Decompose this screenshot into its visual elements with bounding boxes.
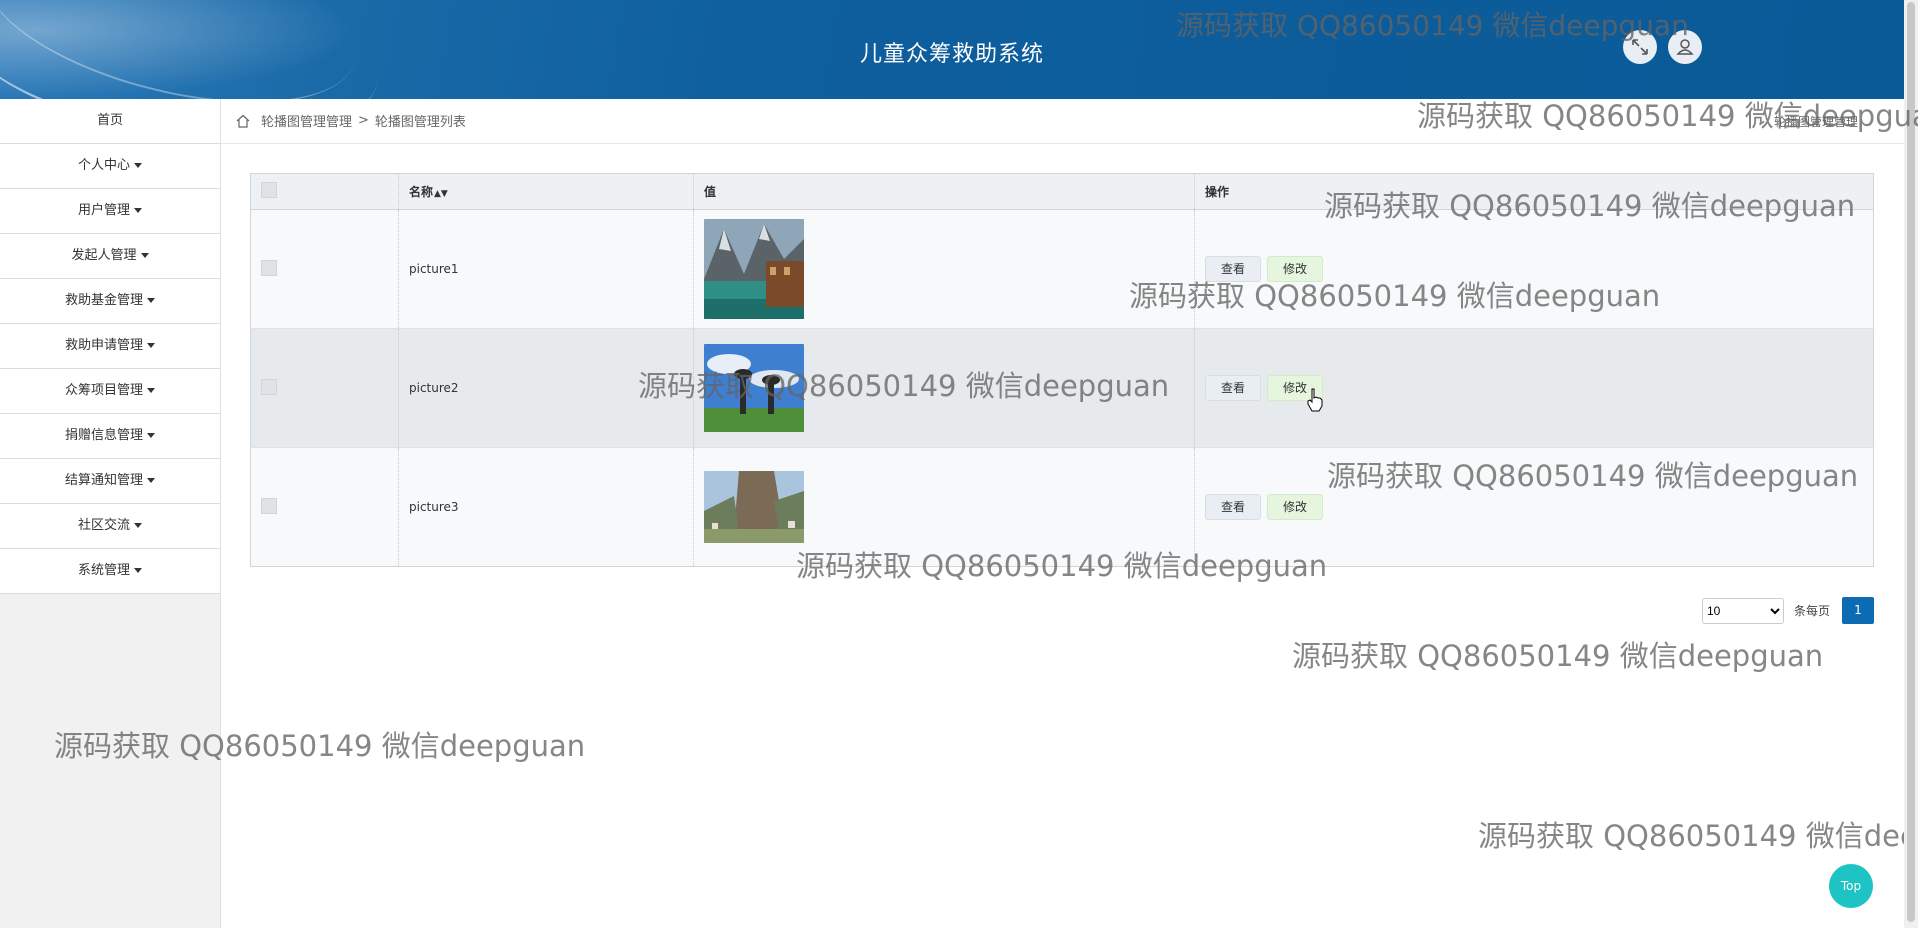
caret-down-icon [134, 208, 142, 213]
sidebar-item-applications[interactable]: 救助申请管理 [0, 324, 220, 369]
caret-down-icon [147, 388, 155, 393]
table-row: picture1 查看 修改 [250, 209, 1874, 329]
table-row: picture2 查看 修改 [250, 328, 1874, 448]
column-value-label: 值 [704, 185, 717, 199]
row-checkbox[interactable] [261, 259, 277, 276]
view-button[interactable]: 查看 [1205, 256, 1262, 282]
column-header-actions: 操作 [1194, 173, 1874, 210]
home-icon [236, 114, 250, 128]
sidebar-item-funds[interactable]: 救助基金管理 [0, 279, 220, 324]
caret-down-icon [134, 523, 142, 528]
caret-down-icon [147, 433, 155, 438]
sidebar-item-label: 救助申请管理 [64, 338, 143, 353]
table-row: picture3 查看 修改 [250, 447, 1874, 567]
vertical-scrollbar[interactable] [1904, 0, 1918, 928]
row-actions-cell: 查看 修改 [1194, 447, 1874, 567]
sidebar-item-label: 个人中心 [77, 158, 130, 173]
row-checkbox-cell [250, 209, 399, 329]
select-all-cell [250, 173, 399, 210]
row-checkbox-cell [250, 447, 399, 567]
row-actions-cell: 查看 修改 [1194, 209, 1874, 329]
sidebar-item-system[interactable]: 系统管理 [0, 549, 220, 594]
row-value-cell [693, 447, 1195, 567]
sidebar: 首页 个人中心 用户管理 发起人管理 救助基金管理 救助申请管理 众筹项目管理 … [0, 99, 221, 928]
data-table: 名称▲▼ 值 操作 picture1 查看 修改 picture2 查看 修改 … [250, 173, 1874, 567]
expand-icon [1632, 39, 1648, 55]
sidebar-item-home[interactable]: 首页 [0, 99, 220, 144]
column-header-name[interactable]: 名称▲▼ [398, 173, 694, 210]
row-checkbox[interactable] [261, 497, 277, 514]
sidebar-item-label: 首页 [96, 113, 123, 128]
sort-icon: ▲▼ [434, 189, 448, 199]
pagination: 10 条每页 1 [1701, 597, 1874, 624]
sidebar-item-label: 捐赠信息管理 [64, 428, 143, 443]
edit-button[interactable]: 修改 [1267, 256, 1324, 282]
sidebar-item-label: 系统管理 [77, 563, 130, 578]
scrollbar-thumb[interactable] [1907, 2, 1915, 922]
sidebar-item-label: 社区交流 [77, 518, 130, 533]
column-name-label: 名称 [409, 185, 434, 199]
sidebar-item-label: 救助基金管理 [64, 293, 143, 308]
row-name-cell: picture3 [398, 447, 694, 567]
sidebar-item-initiators[interactable]: 发起人管理 [0, 234, 220, 279]
row-name-cell: picture1 [398, 209, 694, 329]
caret-down-icon [147, 343, 155, 348]
caret-down-icon [147, 298, 155, 303]
table-header-row: 名称▲▼ 值 操作 [250, 173, 1874, 210]
app-header: 儿童众筹救助系统 [0, 0, 1904, 99]
column-header-value: 值 [693, 173, 1195, 210]
row-checkbox-cell [250, 328, 399, 448]
row-actions-cell: 查看 修改 [1194, 328, 1874, 448]
page-size-select[interactable]: 10 [1701, 597, 1784, 624]
breadcrumb-level2: 轮播图管理列表 [374, 115, 466, 130]
view-button[interactable]: 查看 [1205, 375, 1262, 401]
cliff-village-photo [704, 471, 804, 543]
view-button[interactable]: 查看 [1205, 494, 1262, 520]
sidebar-item-personal-center[interactable]: 个人中心 [0, 144, 220, 189]
main-content: 轮播图管理管理 > 轮播图管理列表 轮播图管理管理 名称▲▼ 值 操作 pict… [221, 99, 1904, 928]
caret-down-icon [134, 163, 142, 168]
caret-down-icon [134, 568, 142, 573]
fullscreen-button[interactable] [1623, 30, 1657, 64]
row-value-cell [693, 209, 1195, 329]
breadcrumb-level1[interactable]: 轮播图管理管理 [261, 111, 352, 130]
row-checkbox[interactable] [261, 378, 277, 395]
sidebar-item-projects[interactable]: 众筹项目管理 [0, 369, 220, 414]
caret-down-icon [147, 478, 155, 483]
breadcrumb-right: 轮播图管理管理 [1773, 115, 1858, 129]
row-name-cell: picture2 [398, 328, 694, 448]
mountain-lake-photo [704, 219, 804, 319]
hand-cursor-icon [1307, 388, 1323, 412]
column-actions-label: 操作 [1205, 185, 1230, 199]
select-all-checkbox[interactable] [261, 182, 277, 198]
page-1-button[interactable]: 1 [1842, 597, 1874, 624]
sidebar-item-settlements[interactable]: 结算通知管理 [0, 459, 220, 504]
app-title: 儿童众筹救助系统 [859, 42, 1044, 67]
sidebar-item-donations[interactable]: 捐赠信息管理 [0, 414, 220, 459]
sidebar-item-label: 众筹项目管理 [64, 383, 143, 398]
sidebar-item-label: 用户管理 [77, 203, 130, 218]
edit-button[interactable]: 修改 [1267, 494, 1324, 520]
divider [221, 143, 1904, 144]
user-button[interactable] [1668, 30, 1702, 64]
user-icon [1676, 39, 1694, 55]
row-value-cell [693, 328, 1195, 448]
sidebar-item-label: 发起人管理 [71, 248, 137, 263]
sidebar-item-label: 结算通知管理 [64, 473, 143, 488]
tree-sky-photo [704, 344, 804, 432]
breadcrumb-separator: > [358, 113, 369, 128]
back-to-top-button[interactable]: Top [1829, 864, 1873, 908]
breadcrumb: 轮播图管理管理 > 轮播图管理列表 [235, 111, 466, 130]
caret-down-icon [140, 253, 149, 258]
sidebar-item-community[interactable]: 社区交流 [0, 504, 220, 549]
per-page-label: 条每页 [1793, 604, 1830, 618]
sidebar-item-users[interactable]: 用户管理 [0, 189, 220, 234]
